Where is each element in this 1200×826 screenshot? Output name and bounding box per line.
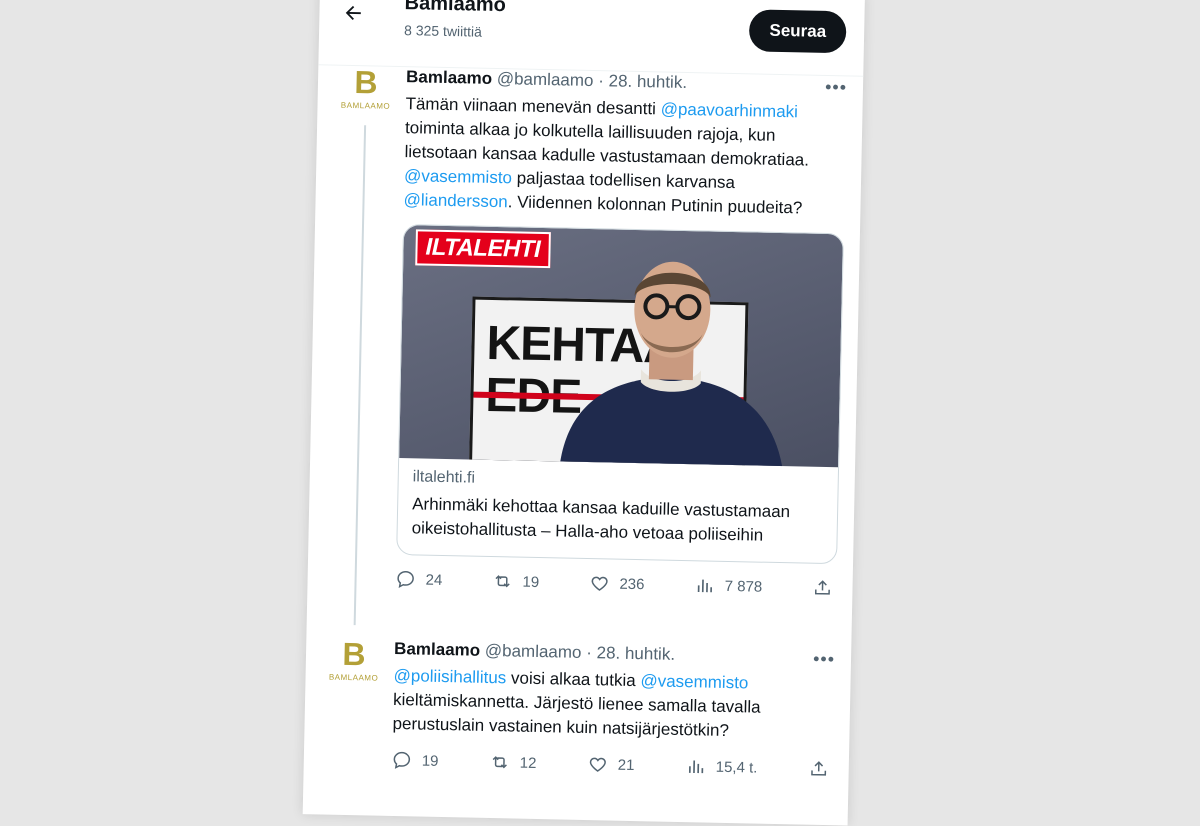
like-count: 21 bbox=[618, 756, 635, 773]
view-count: 7 878 bbox=[725, 577, 763, 595]
mention-link[interactable]: @paavoarhinmaki bbox=[660, 99, 798, 121]
like-button[interactable]: 236 bbox=[589, 573, 644, 594]
more-options-icon[interactable]: ••• bbox=[813, 649, 835, 670]
like-count: 236 bbox=[619, 575, 644, 593]
tweet-actions: 24 19 236 7 878 bbox=[395, 569, 836, 598]
person-photo bbox=[539, 242, 804, 467]
text-segment: Tämän viinaan menevän desantti bbox=[405, 94, 660, 118]
meta-separator: · bbox=[586, 643, 592, 662]
avatar-letter: B bbox=[334, 65, 399, 100]
retweet-icon bbox=[490, 752, 510, 772]
profile-panel: Bamlaamo 8 325 twiittiä Seuraa B BAMLAAM… bbox=[303, 0, 865, 826]
text-segment: voisi alkaa tutkia bbox=[506, 668, 641, 690]
share-button[interactable] bbox=[808, 759, 828, 779]
iltalehti-logo: ILTALEHTI bbox=[415, 229, 550, 268]
arrow-left-icon bbox=[342, 2, 364, 24]
thread-line bbox=[354, 125, 366, 625]
retweet-count: 12 bbox=[520, 754, 537, 771]
tweet-text: @poliisihallitus voisi alkaa tutkia @vas… bbox=[392, 664, 834, 745]
reply-button[interactable]: 19 bbox=[392, 750, 439, 771]
avatar-wordmark: BAMLAAMO bbox=[333, 101, 397, 111]
profile-header: Bamlaamo 8 325 twiittiä Seuraa bbox=[318, 0, 865, 77]
tweet-count: 8 325 twiittiä bbox=[404, 22, 482, 40]
tweet-date[interactable]: 28. huhtik. bbox=[608, 71, 687, 92]
meta-separator: · bbox=[598, 71, 604, 90]
tweet-date[interactable]: 28. huhtik. bbox=[596, 643, 675, 664]
text-segment: toiminta alkaa jo kolkutella laillisuude… bbox=[404, 118, 809, 169]
author-handle[interactable]: @bamlaamo bbox=[485, 641, 582, 662]
tweet[interactable]: B BAMLAAMO Bamlaamo @bamlaamo · 28. huht… bbox=[306, 636, 851, 647]
text-segment: kieltämiskannetta. Järjestö lienee samal… bbox=[392, 690, 760, 740]
views-chart-icon bbox=[695, 575, 715, 595]
tweet-actions: 19 12 21 15,4 t. bbox=[392, 750, 833, 779]
avatar-wordmark: BAMLAAMO bbox=[321, 672, 385, 682]
retweet-button[interactable]: 19 bbox=[492, 571, 539, 592]
reply-icon bbox=[392, 750, 412, 770]
link-card[interactable]: KEHTAAEDE ILTALEHTI bbox=[396, 224, 844, 564]
retweet-icon bbox=[492, 571, 512, 591]
tweet-text: Tämän viinaan menevän desantti @paavoarh… bbox=[403, 92, 846, 221]
avatar-letter: B bbox=[322, 636, 387, 671]
views-chart-icon bbox=[686, 756, 706, 776]
retweet-button[interactable]: 12 bbox=[490, 752, 537, 773]
heart-icon bbox=[589, 573, 609, 593]
follow-button[interactable]: Seuraa bbox=[749, 9, 847, 53]
card-title: Arhinmäki kehottaa kansaa kaduille vastu… bbox=[397, 490, 837, 563]
profile-name: Bamlaamo bbox=[404, 0, 506, 17]
views-button[interactable]: 15,4 t. bbox=[686, 756, 758, 777]
text-segment: . Viidennen kolonnan Putinin puudeita? bbox=[508, 192, 803, 217]
reply-button[interactable]: 24 bbox=[395, 569, 442, 590]
avatar[interactable]: B BAMLAAMO bbox=[333, 65, 398, 130]
back-button[interactable] bbox=[335, 0, 372, 31]
reply-icon bbox=[395, 569, 415, 589]
author-name[interactable]: Bamlaamo bbox=[394, 639, 480, 660]
like-button[interactable]: 21 bbox=[588, 754, 635, 775]
author-handle[interactable]: @bamlaamo bbox=[497, 69, 594, 90]
view-count: 15,4 t. bbox=[716, 758, 758, 776]
share-button[interactable] bbox=[812, 578, 832, 598]
avatar[interactable]: B BAMLAAMO bbox=[321, 636, 386, 701]
reply-count: 19 bbox=[422, 752, 439, 769]
card-image[interactable]: KEHTAAEDE ILTALEHTI bbox=[399, 225, 843, 467]
retweet-count: 19 bbox=[522, 573, 539, 590]
mention-link[interactable]: @vasemmisto bbox=[640, 671, 748, 692]
more-options-icon[interactable]: ••• bbox=[825, 77, 847, 98]
text-segment: paljastaa todellisen karvansa bbox=[512, 168, 735, 192]
share-icon bbox=[812, 578, 832, 598]
share-icon bbox=[808, 759, 828, 779]
reply-count: 24 bbox=[425, 571, 442, 588]
heart-icon bbox=[588, 754, 608, 774]
mention-link[interactable]: @liandersson bbox=[403, 190, 508, 211]
author-name[interactable]: Bamlaamo bbox=[406, 67, 492, 88]
mention-link[interactable]: @vasemmisto bbox=[404, 166, 512, 187]
mention-link[interactable]: @poliisihallitus bbox=[393, 666, 506, 687]
views-button[interactable]: 7 878 bbox=[695, 575, 763, 596]
